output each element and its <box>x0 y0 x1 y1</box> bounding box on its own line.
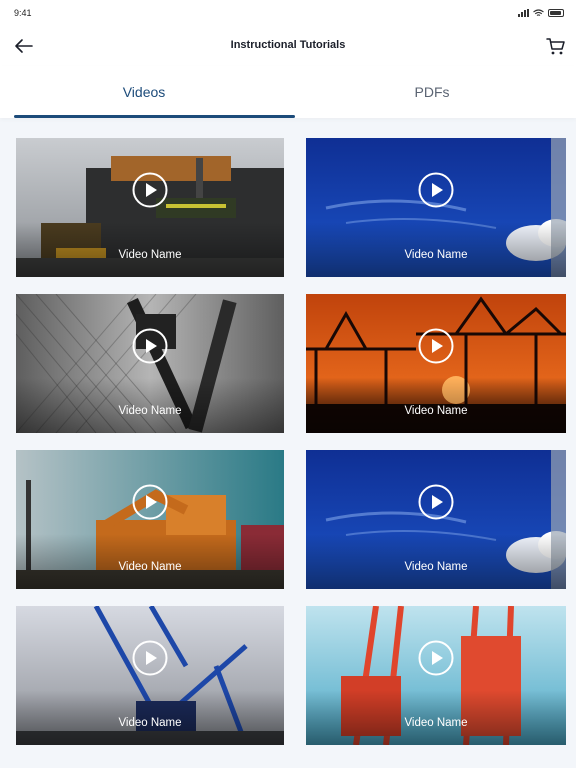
video-name: Video Name <box>118 561 182 573</box>
video-card[interactable]: Video Name <box>16 606 284 745</box>
play-icon <box>132 640 168 676</box>
video-card[interactable]: Video Name <box>16 294 284 433</box>
status-icons <box>518 9 564 17</box>
video-name: Video Name <box>118 249 182 261</box>
play-icon <box>132 328 168 364</box>
wifi-icon <box>533 9 544 16</box>
play-icon <box>132 172 168 208</box>
active-tab-indicator <box>14 115 295 118</box>
tab-videos-label: Videos <box>122 84 166 100</box>
play-icon <box>418 328 454 364</box>
video-name: Video Name <box>118 717 182 729</box>
video-name: Video Name <box>404 249 468 261</box>
video-name: Video Name <box>404 561 468 573</box>
tab-pdfs-label: PDFs <box>414 84 450 100</box>
video-card[interactable]: Video Name <box>306 450 566 589</box>
tab-bar: Videos PDFs <box>0 66 576 118</box>
tab-pdfs[interactable]: PDFs <box>288 66 576 118</box>
video-grid: Video Name Video Name Video Name Video N… <box>16 138 566 745</box>
video-name: Video Name <box>118 405 182 417</box>
status-bar: 9:41 <box>0 0 576 26</box>
page-title: Instructional Tutorials <box>230 39 346 51</box>
video-card[interactable]: Video Name <box>306 606 566 745</box>
video-card[interactable]: Video Name <box>306 294 566 433</box>
signal-icon <box>518 9 529 17</box>
play-icon <box>418 172 454 208</box>
play-icon <box>132 484 168 520</box>
video-name: Video Name <box>404 717 468 729</box>
header: Instructional Tutorials <box>0 26 576 66</box>
video-card[interactable]: Video Name <box>16 450 284 589</box>
video-card[interactable]: Video Name <box>306 138 566 277</box>
tab-videos[interactable]: Videos <box>0 66 295 118</box>
status-time: 9:41 <box>14 8 32 18</box>
play-icon <box>418 484 454 520</box>
battery-icon <box>548 9 564 17</box>
video-name: Video Name <box>404 405 468 417</box>
play-icon <box>418 640 454 676</box>
video-card[interactable]: Video Name <box>16 138 284 277</box>
cart-icon[interactable] <box>544 34 568 58</box>
